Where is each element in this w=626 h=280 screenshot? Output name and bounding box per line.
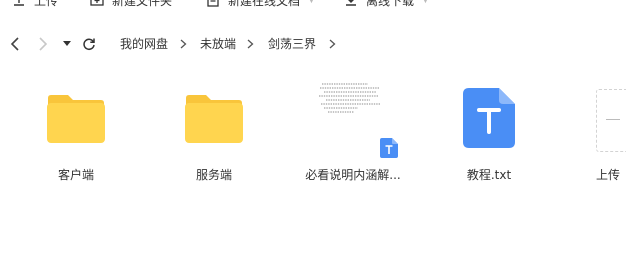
offline-download-label: 离线下载 xyxy=(366,0,415,8)
offline-download-icon xyxy=(346,0,356,6)
file-name: 服务端 xyxy=(195,168,232,182)
new-folder-button[interactable]: 新建文件夹 xyxy=(90,0,172,12)
folder-icon xyxy=(185,95,243,143)
history-dropdown-button[interactable] xyxy=(56,30,78,58)
breadcrumb-item[interactable]: 我的网盘 xyxy=(120,30,168,58)
chevron-down-icon[interactable]: ▼ xyxy=(308,0,315,5)
file-item-document[interactable]: 必看说明内涵解... xyxy=(288,80,418,190)
file-name: 教程.txt xyxy=(466,168,512,182)
refresh-button[interactable] xyxy=(78,30,100,58)
file-name: 上传 xyxy=(596,168,620,182)
upload-icon xyxy=(14,0,24,6)
breadcrumb-item[interactable]: 未放端 xyxy=(200,30,236,58)
forward-button[interactable] xyxy=(32,30,54,58)
upload-label: 上传 xyxy=(34,0,59,8)
back-button[interactable] xyxy=(4,30,26,58)
new-folder-icon xyxy=(90,0,104,6)
new-online-doc-label: 新建在线文档 xyxy=(228,0,301,8)
chevron-right-icon xyxy=(247,30,254,58)
chevron-right-icon xyxy=(180,30,187,58)
navigation-bar: 我的网盘 未放端 剑荡三界 xyxy=(0,30,626,58)
file-item-folder[interactable]: 客户端 xyxy=(11,80,141,190)
file-name: 必看说明内涵解... xyxy=(305,168,401,182)
breadcrumb-item[interactable]: 剑荡三界 xyxy=(268,30,316,58)
txt-file-icon xyxy=(380,138,398,158)
txt-file-icon xyxy=(463,88,515,148)
file-item-folder[interactable]: 服务端 xyxy=(149,80,279,190)
folder-icon xyxy=(47,95,105,143)
chevron-down-icon[interactable]: ▼ xyxy=(422,0,429,5)
new-online-doc-icon xyxy=(207,0,219,7)
file-name: 客户端 xyxy=(57,168,94,182)
caret-down-icon xyxy=(63,41,71,46)
toolbar: 上传 新建文件夹 新建在线文档 ▼ 离线下载 ▼ xyxy=(0,0,626,12)
upload-tile[interactable]: 上传 xyxy=(596,80,626,190)
plus-icon xyxy=(606,119,620,120)
offline-download-button[interactable]: 离线下载 ▼ xyxy=(344,0,429,12)
upload-drop-zone[interactable] xyxy=(596,89,626,152)
document-thumbnail xyxy=(319,83,380,113)
file-item-txt[interactable]: 教程.txt xyxy=(424,80,554,190)
chevron-right-icon xyxy=(329,30,336,58)
refresh-icon xyxy=(83,38,95,51)
chevron-left-icon xyxy=(10,37,19,51)
upload-button[interactable]: 上传 xyxy=(12,0,58,12)
new-folder-label: 新建文件夹 xyxy=(112,0,173,8)
chevron-right-icon xyxy=(39,37,48,51)
new-online-doc-button[interactable]: 新建在线文档 ▼ xyxy=(206,0,315,12)
